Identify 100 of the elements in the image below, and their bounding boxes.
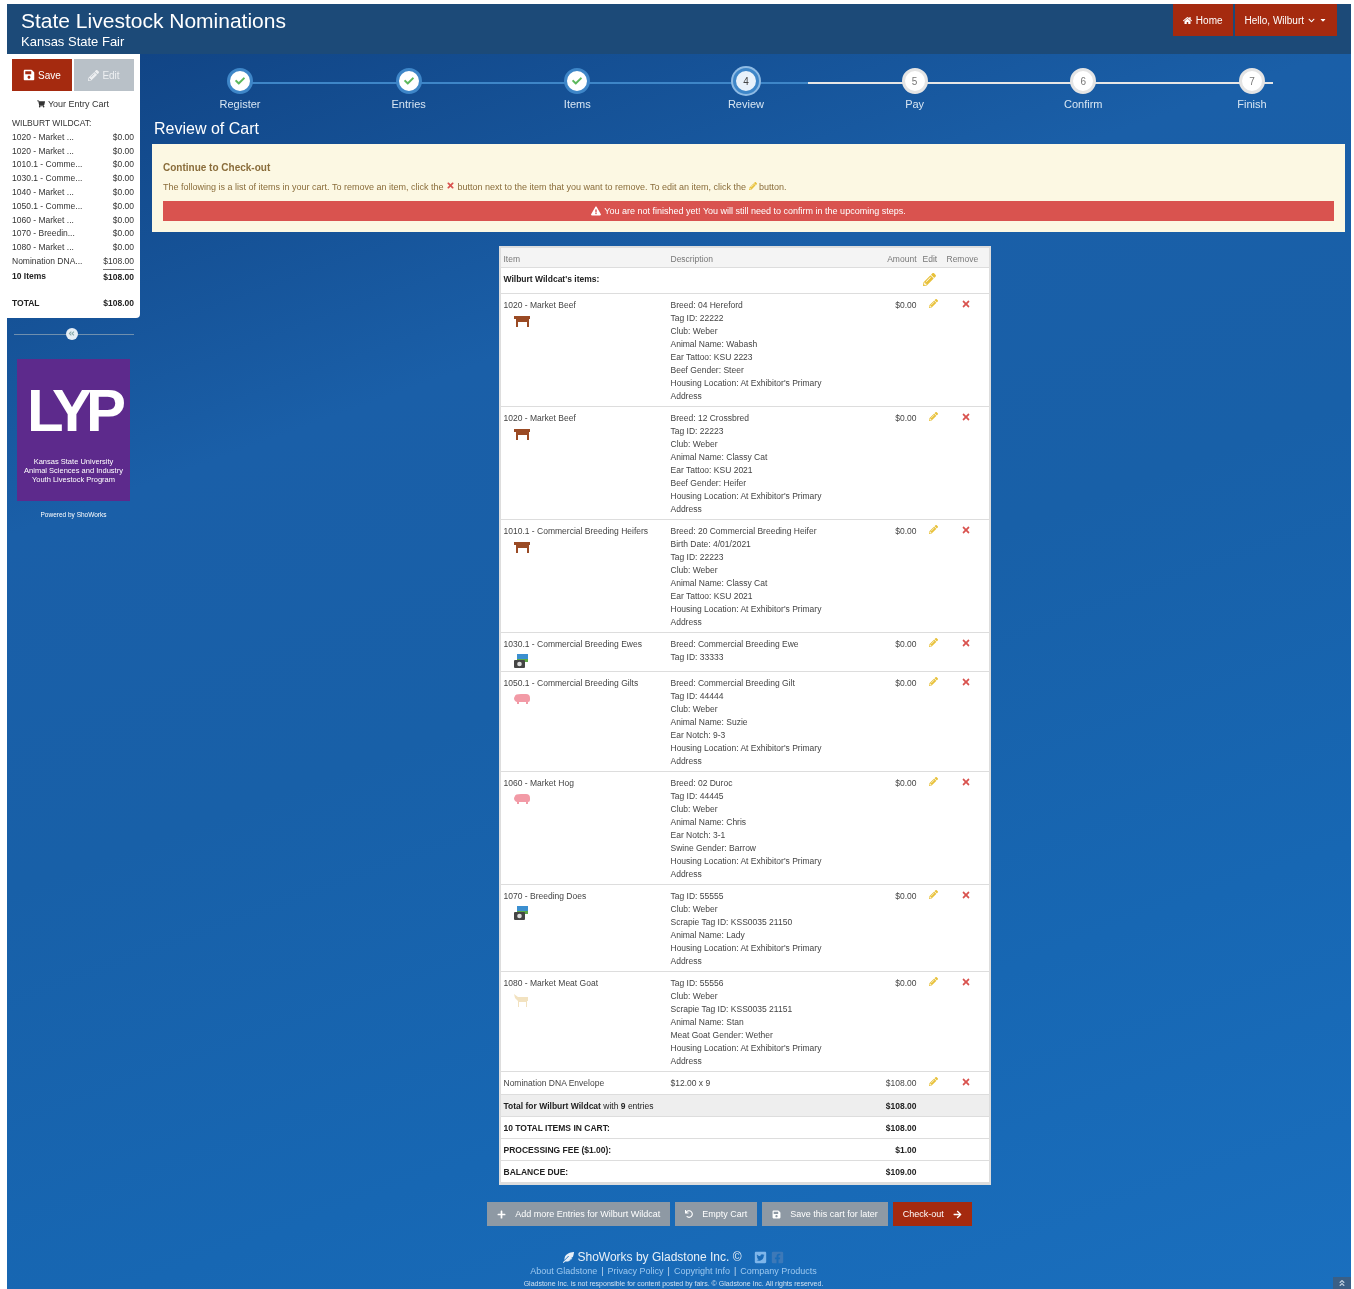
footer-link[interactable]: Copyright Info (673, 1266, 730, 1276)
item-name: 1020 - Market Beef (503, 300, 576, 310)
cart-total-label: TOTAL (12, 296, 40, 310)
item-amount: $0.00 (895, 413, 917, 423)
column-header: Item (503, 254, 521, 264)
edit-icon[interactable] (928, 412, 938, 421)
cart-item-name: 1080 - Market ... (12, 241, 74, 255)
remove-icon[interactable] (960, 638, 971, 648)
feather-icon (563, 1251, 575, 1263)
footer-link[interactable]: Privacy Policy (607, 1266, 664, 1276)
pig-icon (512, 693, 531, 705)
cart-item-amount: $108.00 (103, 254, 134, 268)
checkout-button[interactable]: Check-out (892, 1202, 972, 1226)
remove-icon[interactable] (960, 525, 971, 535)
cart-total: $108.00 (103, 296, 134, 310)
group-total-amount: $108.00 (885, 1101, 917, 1111)
item-amount: $0.00 (895, 891, 917, 901)
description-line: Scrapie Tag ID: KSS0035 21151 (670, 1003, 794, 1016)
notice-heading: Continue to Check-out (163, 162, 272, 173)
twitter-icon[interactable] (753, 1250, 767, 1264)
edit-icon[interactable] (928, 1077, 938, 1086)
alert-text: You are not finished yet! You will still need to confirm in the upcoming steps. (604, 206, 906, 216)
step-label: Items (563, 98, 591, 110)
save-icon (772, 1209, 782, 1219)
save-button[interactable]: Save (12, 59, 72, 91)
description-line: Animal Name: Suzie (670, 716, 749, 729)
link-separator: | (733, 1266, 737, 1276)
item-amount: $0.00 (895, 300, 917, 310)
cart-item-amount: $0.00 (112, 130, 134, 144)
action-button[interactable]: Add more Entries for Wilburt Wildcat (487, 1202, 671, 1226)
description-line: Breed: 02 Duroc (670, 777, 734, 790)
cart-subtotal: $108.00 (103, 268, 134, 284)
item-name: 1010.1 - Commercial Breeding Heifers (503, 526, 649, 536)
remove-icon[interactable] (960, 890, 971, 900)
item-amount: $0.00 (895, 678, 917, 688)
edit-icon[interactable] (928, 777, 938, 786)
description-line: Animal Name: Chris (670, 816, 748, 829)
description-line: Ear Notch: 9-3 (670, 729, 727, 742)
description-line: Animal Name: Lady (670, 929, 746, 942)
user-menu[interactable]: Hello, Wilburt (1234, 4, 1337, 36)
remove-icon[interactable] (960, 299, 971, 309)
edit-icon[interactable] (928, 977, 938, 986)
description-line: Housing Location: At Exhibitor's Primary Address (670, 742, 823, 768)
remove-icon (445, 181, 455, 190)
edit-icon[interactable] (928, 677, 938, 686)
cart-item-name: 1050.1 - Comme... (12, 199, 83, 213)
item-name: Nomination DNA Envelope (503, 1078, 605, 1088)
action-button[interactable]: Save this cart for later (762, 1202, 888, 1226)
step-label: Register (219, 98, 261, 110)
group-total-label: Total for Wilburt Wildcat with 9 entries (503, 1101, 654, 1111)
remove-icon[interactable] (960, 412, 971, 422)
remove-icon[interactable] (960, 677, 971, 687)
remove-icon[interactable] (960, 777, 971, 787)
column-header: Amount (887, 254, 917, 264)
collapse-icon[interactable] (65, 327, 78, 340)
description-line: Club: Weber (670, 564, 719, 577)
edit-icon[interactable] (928, 638, 938, 647)
edit-icon[interactable] (928, 299, 938, 308)
cart-item-name: 1070 - Breedin... (12, 227, 75, 241)
step-marker: 4 (732, 68, 759, 94)
edit-icon[interactable] (928, 525, 938, 534)
action-button[interactable]: Empty Cart (675, 1202, 758, 1226)
step-label: Entries (391, 98, 426, 110)
description-line: Housing Location: At Exhibitor's Primary Address (670, 490, 823, 516)
column-header: Remove (946, 254, 979, 264)
step-label: Pay (905, 98, 925, 110)
cart-title: Your Entry Cart (47, 99, 110, 109)
caret-icon (1319, 16, 1327, 24)
footer-link[interactable]: Company Products (740, 1266, 817, 1276)
notice-text: button next to the item that you want to remove. To edit an item, click the (457, 182, 746, 192)
cart-icon (36, 100, 45, 108)
cart-item-name: 1020 - Market ... (12, 144, 74, 158)
link-separator: | (601, 1266, 604, 1276)
page-title: Review of Cart (154, 120, 260, 138)
column-header: Edit (922, 254, 938, 264)
check-icon (572, 76, 583, 86)
notice-text: button. (759, 182, 787, 192)
item-name: 1070 - Breeding Does (503, 891, 587, 901)
description-line: Tag ID: 44444 (670, 690, 725, 703)
remove-icon[interactable] (960, 1077, 971, 1087)
item-name: 1080 - Market Meat Goat (503, 978, 598, 988)
column-header: Description (670, 254, 714, 264)
step-label: Finish (1237, 98, 1267, 110)
remove-icon[interactable] (960, 977, 971, 987)
edit-icon[interactable] (922, 273, 936, 286)
edit-icon[interactable] (928, 890, 938, 899)
summary-label: PROCESSING FEE ($1.00): (503, 1145, 612, 1155)
description-line: Club: Weber (670, 438, 719, 451)
description-line: Breed: Commercial Breeding Gilt (670, 677, 796, 690)
description-line: Tag ID: 55555 (670, 890, 725, 903)
description-line: Tag ID: 22222 (670, 312, 725, 325)
description-line: Ear Notch: 3-1 (670, 829, 727, 842)
step-label: Confirm (1064, 98, 1103, 110)
summary-label: BALANCE DUE: (503, 1167, 569, 1177)
description-line: Club: Weber (670, 703, 719, 716)
home-link[interactable]: Home (1172, 4, 1233, 36)
scroll-top-icon[interactable] (1333, 1277, 1351, 1289)
home-icon (1182, 15, 1192, 25)
description-line: Club: Weber (670, 990, 719, 1003)
footer-link[interactable]: About Gladstone (530, 1266, 598, 1276)
